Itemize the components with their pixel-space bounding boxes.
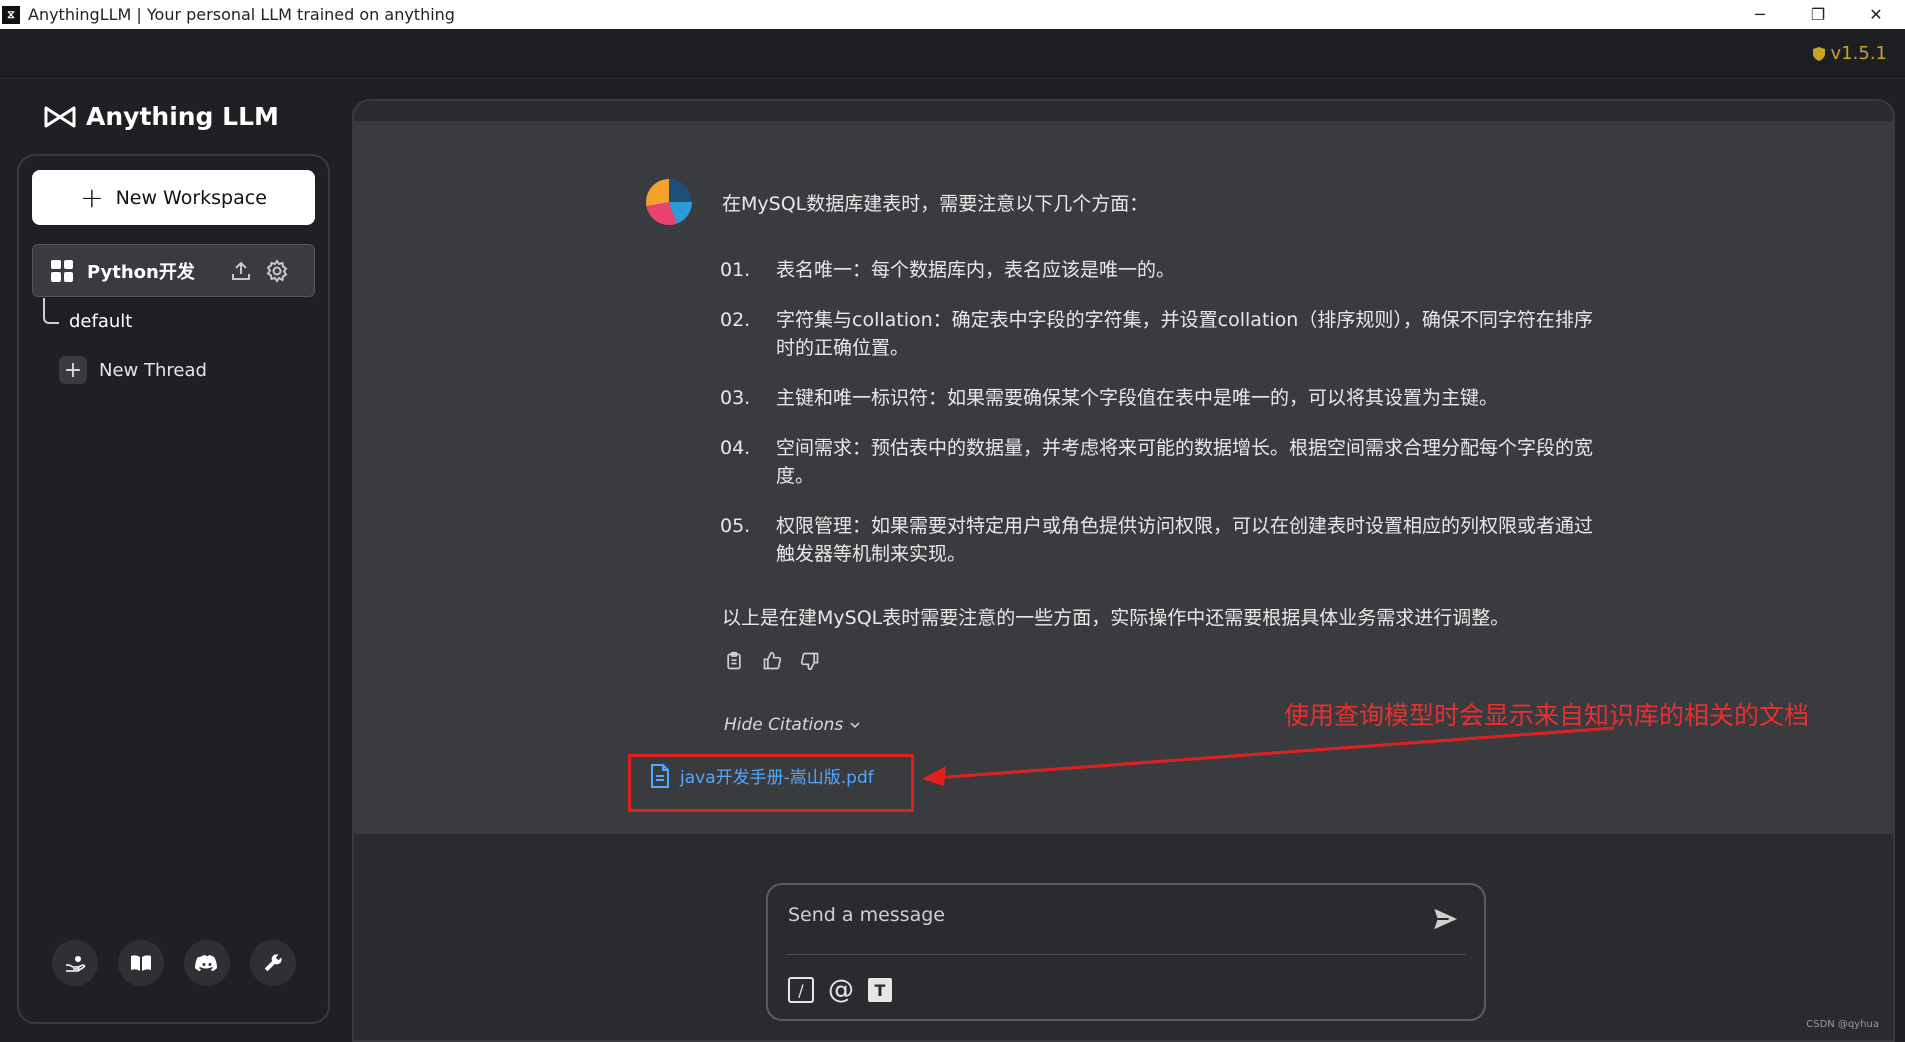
annotation-arrow	[922, 726, 1615, 786]
community-hub-icon[interactable]	[52, 940, 98, 986]
close-button[interactable]: ✕	[1847, 0, 1905, 29]
thumbs-up-icon[interactable]	[762, 651, 782, 671]
upload-icon[interactable]	[229, 259, 253, 283]
hide-citations-label: Hide Citations	[724, 715, 844, 735]
thumbs-down-icon[interactable]	[800, 651, 820, 671]
gear-icon[interactable]	[265, 259, 289, 283]
watermark: CSDN @qyhua	[1806, 1019, 1879, 1030]
message-list: 01. 表名唯一：每个数据库内，表名应该是唯一的。 02. 字符集与collat…	[720, 256, 1600, 590]
input-divider	[786, 954, 1466, 955]
new-thread-label: New Thread	[99, 359, 207, 381]
logo-text: Anything LLM	[86, 102, 279, 131]
thread-connector	[43, 298, 59, 324]
message-actions	[724, 651, 820, 671]
top-bar: v1.5.1	[0, 29, 1905, 79]
send-icon[interactable]	[1430, 903, 1462, 935]
version-text: v1.5.1	[1830, 43, 1887, 64]
new-thread-button[interactable]: + New Thread	[59, 356, 207, 384]
version-badge[interactable]: v1.5.1	[1812, 43, 1887, 64]
hide-citations-toggle[interactable]: Hide Citations	[724, 715, 861, 735]
list-item: 05. 权限管理：如果需要对特定用户或角色提供访问权限，可以在创建表时设置相应的…	[720, 515, 1594, 565]
docs-icon[interactable]	[118, 940, 164, 986]
message-input[interactable]	[788, 895, 1388, 935]
list-item: 02. 字符集与collation：确定表中字段的字符集，并设置collatio…	[720, 309, 1593, 359]
discord-icon[interactable]	[184, 940, 230, 986]
workspace-item-python[interactable]: Python开发	[32, 244, 315, 297]
sidebar-footer	[52, 940, 296, 986]
assistant-avatar	[646, 179, 692, 225]
window-title: AnythingLLM | Your personal LLM trained …	[28, 5, 455, 24]
plus-icon: +	[80, 181, 104, 214]
chevron-down-icon	[850, 722, 860, 729]
maximize-button[interactable]: ❐	[1789, 0, 1847, 29]
message-summary: 以上是在建MySQL表时需要注意的一些方面，实际操作中还需要根据具体业务需求进行…	[722, 607, 1510, 629]
minimize-button[interactable]: ─	[1731, 0, 1789, 29]
list-item: 03. 主键和唯一标识符：如果需要确保某个字段值在表中是唯一的，可以将其设置为主…	[720, 387, 1499, 409]
new-workspace-label: New Workspace	[115, 186, 267, 209]
chat-history[interactable]: 在MySQL数据库建表时，需要注意以下几个方面： 01. 表名唯一：每个数据库内…	[354, 121, 1893, 834]
slash-command-icon[interactable]: /	[788, 977, 814, 1003]
window-titlebar: ⧖ AnythingLLM | Your personal LLM traine…	[0, 0, 1905, 29]
settings-wrench-icon[interactable]	[250, 940, 296, 986]
new-workspace-button[interactable]: + New Workspace	[32, 170, 315, 225]
annotation-highlight-box	[628, 754, 914, 812]
input-toolbar: / @ T	[788, 975, 892, 1005]
message-intro: 在MySQL数据库建表时，需要注意以下几个方面：	[722, 193, 1149, 215]
text-size-icon[interactable]: T	[868, 978, 892, 1002]
workspace-name: Python开发	[87, 261, 195, 283]
app-logo-icon: ⧖	[2, 5, 20, 24]
workspace-grid-icon	[51, 259, 73, 282]
list-item: 01. 表名唯一：每个数据库内，表名应该是唯一的。	[720, 259, 1176, 281]
app-logo: Anything LLM	[44, 102, 279, 131]
anythingllm-logo-icon	[44, 106, 76, 127]
sidebar: + New Workspace Python开发 default + New T…	[17, 154, 330, 1024]
list-item: 04. 空间需求：预估表中的数据量，并考虑将来可能的数据增长。根据空间需求合理分…	[720, 437, 1594, 487]
at-mention-icon[interactable]: @	[828, 975, 854, 1005]
main-panel: 在MySQL数据库建表时，需要注意以下几个方面： 01. 表名唯一：每个数据库内…	[352, 99, 1895, 1042]
thread-item-default[interactable]: default	[69, 311, 132, 332]
shield-icon	[1812, 46, 1825, 61]
prompt-input-box: / @ T	[766, 883, 1486, 1021]
copy-icon[interactable]	[724, 651, 744, 671]
plus-icon: +	[59, 356, 87, 384]
